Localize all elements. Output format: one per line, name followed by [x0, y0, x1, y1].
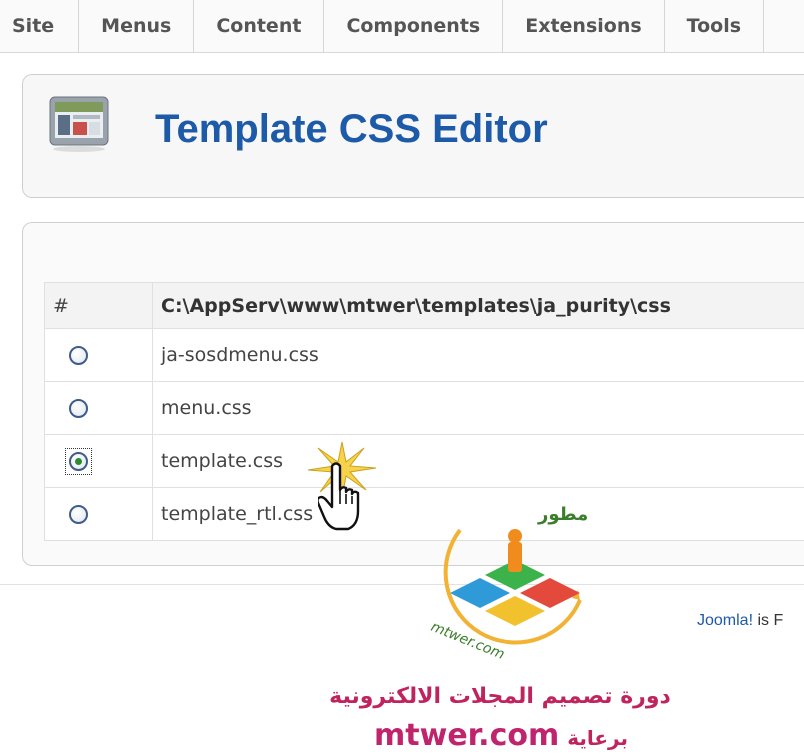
watermark-arabic-line-1: دورة تصميم المجلات الالكترونية [329, 684, 671, 709]
file-name[interactable]: menu.css [152, 381, 804, 435]
radio-cell [44, 381, 153, 435]
hand-pointer-icon [318, 462, 360, 531]
radio-cell [44, 328, 153, 382]
menu-content[interactable]: Content [194, 0, 325, 52]
top-menu-bar: Site Menus Content Components Extensions… [0, 0, 804, 53]
watermark-site: mtwer.com [374, 718, 560, 753]
radio-focus-ring [65, 448, 92, 475]
radio-cell [44, 487, 153, 541]
file-radio-button[interactable] [69, 505, 88, 524]
column-header-hash: # [44, 282, 153, 329]
footer-credit: Joomla! is F [697, 612, 783, 630]
column-header-path: C:\AppServ\www\mtwer\templates\ja_purity… [152, 282, 804, 329]
file-name[interactable]: template.css [152, 434, 804, 488]
table-row: ja-sosdmenu.css [44, 328, 804, 382]
radio-cell [44, 434, 153, 488]
menu-menus[interactable]: Menus [79, 0, 195, 52]
template-screen-icon [49, 96, 109, 152]
watermark-line-2: mtwer.com برعاية [374, 718, 628, 753]
file-radio-button-selected[interactable] [69, 452, 88, 471]
watermark-arabic-line-2: برعاية [567, 726, 628, 750]
table-header-row: # C:\AppServ\www\mtwer\templates\ja_puri… [44, 282, 804, 329]
menu-components[interactable]: Components [324, 0, 504, 52]
menu-tools[interactable]: Tools [665, 0, 765, 52]
joomla-link[interactable]: Joomla! [697, 612, 753, 629]
file-name[interactable]: ja-sosdmenu.css [152, 328, 804, 382]
menu-site[interactable]: Site [0, 0, 80, 52]
table-row: menu.css [44, 381, 804, 435]
footer-text: is F [753, 612, 784, 629]
table-row: template.css [44, 434, 804, 488]
file-radio-button[interactable] [69, 346, 88, 365]
menu-extensions[interactable]: Extensions [503, 0, 665, 52]
file-radio-button[interactable] [69, 399, 88, 418]
page-title: Template CSS Editor [155, 107, 548, 151]
logo-text-top: مطور [537, 504, 588, 525]
footer-divider [0, 584, 804, 585]
header-panel: Template CSS Editor [22, 74, 804, 198]
mtwer-watermark-logo: مطور mtwer.com [429, 504, 589, 663]
